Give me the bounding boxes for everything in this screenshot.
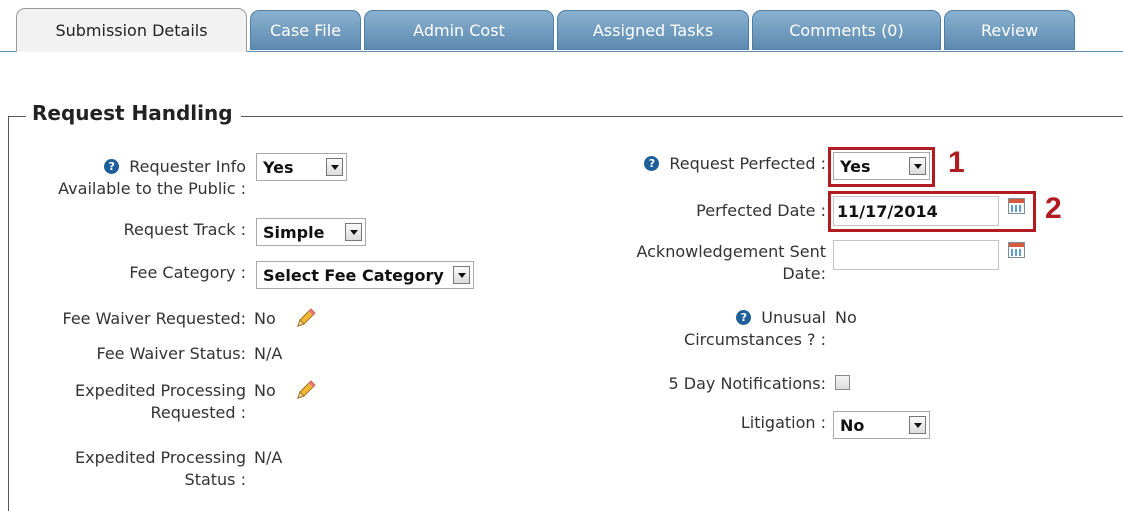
expedited-requested-value: No (254, 381, 276, 400)
ack-sent-date-input[interactable] (833, 240, 999, 270)
expedited-requested-label-line2: Requested : (150, 403, 246, 422)
unusual-circumstances-label-line2: Circumstances ? : (684, 330, 826, 349)
ack-sent-date-label-line1: Acknowledgement Sent (636, 242, 826, 261)
unusual-circumstances-label: ? Unusual Circumstances ? : (560, 307, 826, 351)
request-track-value: Simple (263, 223, 325, 242)
requester-info-label: ? Requester Info Available to the Public … (20, 156, 246, 200)
expedited-requested-label: Expedited Processing Requested : (20, 380, 246, 424)
tab-submission-details[interactable]: Submission Details (16, 8, 247, 52)
request-track-select[interactable]: Simple (256, 218, 366, 246)
fee-category-label: Fee Category : (129, 263, 246, 282)
expedited-status-value: N/A (254, 448, 283, 467)
litigation-label: Litigation : (740, 413, 826, 432)
tab-assigned-tasks[interactable]: Assigned Tasks (557, 10, 749, 50)
chevron-down-icon[interactable] (453, 266, 470, 284)
help-icon[interactable]: ? (104, 159, 120, 174)
tab-bar: Submission Details Case File Admin Cost … (0, 0, 1123, 52)
fee-waiver-status-label: Fee Waiver Status: (96, 344, 247, 363)
chevron-down-icon[interactable] (909, 416, 926, 434)
fee-waiver-requested-label: Fee Waiver Requested: (62, 309, 246, 328)
perfected-date-label: Perfected Date : (696, 201, 826, 220)
expedited-status-label: Expedited Processing Status : (20, 447, 246, 491)
callout-number-2: 2 (1045, 192, 1062, 225)
litigation-value: No (840, 416, 865, 435)
tab-case-file[interactable]: Case File (250, 10, 361, 50)
litigation-select[interactable]: No (833, 411, 930, 439)
requester-info-label-line2: Available to the Public : (58, 179, 246, 198)
fee-waiver-status-value: N/A (254, 344, 283, 363)
help-icon[interactable]: ? (644, 156, 660, 171)
unusual-circumstances-label-line1: Unusual (761, 308, 826, 327)
request-perfected-label-text: Request Perfected : (669, 154, 826, 173)
expedited-status-label-line1: Expedited Processing (75, 448, 246, 467)
expedited-requested-label-line1: Expedited Processing (75, 381, 246, 400)
request-track-label: Request Track : (123, 220, 246, 239)
calendar-icon[interactable] (1008, 242, 1025, 258)
request-perfected-label: ? Request Perfected : (560, 153, 826, 175)
tab-comments[interactable]: Comments (0) (752, 10, 941, 50)
chevron-down-icon[interactable] (326, 158, 343, 176)
fieldset-border-left (8, 116, 9, 511)
section-title: Request Handling (26, 101, 241, 125)
pencil-icon[interactable] (294, 378, 318, 402)
help-icon[interactable]: ? (736, 310, 752, 325)
five-day-notifications-label: 5 Day Notifications: (668, 374, 826, 393)
tab-admin-cost[interactable]: Admin Cost (364, 10, 554, 50)
requester-info-label-line1: Requester Info (129, 157, 246, 176)
callout-number-1: 1 (948, 146, 965, 179)
callout-box-2 (828, 191, 1036, 232)
tab-review[interactable]: Review (944, 10, 1075, 50)
ack-sent-date-label: Acknowledgement Sent Date: (560, 241, 826, 285)
fee-waiver-requested-value: No (254, 309, 276, 328)
requester-info-value: Yes (263, 158, 294, 177)
five-day-notifications-checkbox[interactable] (835, 375, 850, 390)
callout-box-1 (828, 147, 935, 187)
ack-sent-date-label-line2: Date: (782, 264, 826, 283)
expedited-status-label-line2: Status : (184, 470, 246, 489)
requester-info-select[interactable]: Yes (256, 153, 347, 181)
fee-category-value: Select Fee Category (263, 266, 444, 285)
unusual-circumstances-value: No (835, 308, 857, 327)
pencil-icon[interactable] (294, 306, 318, 330)
chevron-down-icon[interactable] (345, 223, 362, 241)
fee-category-select[interactable]: Select Fee Category (256, 261, 474, 289)
